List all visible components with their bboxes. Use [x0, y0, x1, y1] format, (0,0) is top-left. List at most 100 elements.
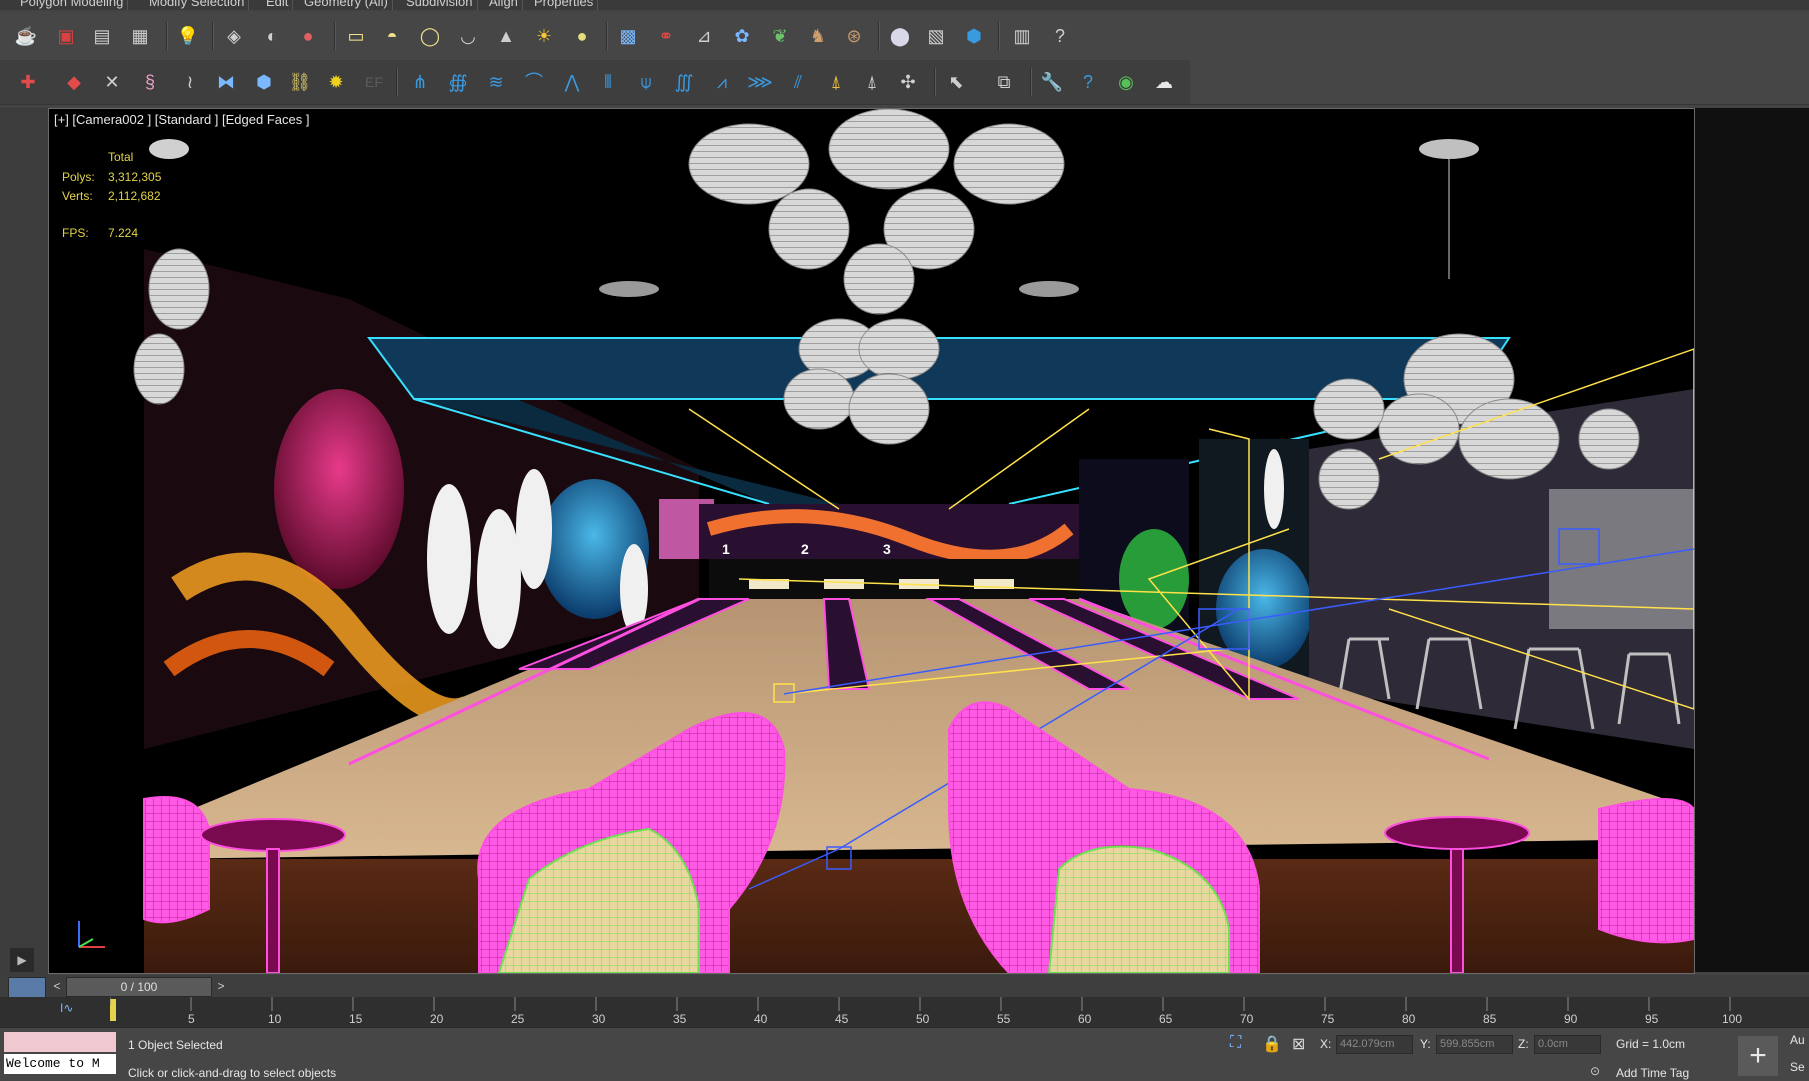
- tab-polygon-modeling[interactable]: Polygon Modeling: [16, 0, 129, 10]
- sphere-icon[interactable]: ◯: [418, 24, 442, 48]
- camera-viewport[interactable]: 1 2 3: [48, 108, 1695, 974]
- tab-properties[interactable]: Properties: [530, 0, 599, 10]
- command-toolbar: ✚ ◆ ✕ § ≀ ⧓ ⬢ ⛓ ✹ EF ⋔ ∰ ≋ ⌒ ⋀ ⦀ ⍦ ∭ ⩘ ⋙…: [0, 60, 1809, 105]
- material-map-icon[interactable]: ▧: [924, 24, 948, 48]
- bowl-icon[interactable]: ◡: [456, 24, 480, 48]
- path-icon[interactable]: ≀: [178, 70, 202, 94]
- stats-total-label: Total: [108, 150, 134, 164]
- ripple-icon[interactable]: ∭: [672, 70, 696, 94]
- y-label: Y:: [1420, 1037, 1431, 1051]
- main-toolbar: ☕ ▣ ▤ ▦ 💡 ◈ ◐ ● ▭ ◓ ◯ ◡ ▲ ☀ ● ▩ ⚭ ⊿ ✿ ❦ …: [0, 12, 1809, 61]
- time-slider-thumb[interactable]: 0 / 100: [66, 977, 212, 997]
- grass-icon[interactable]: ⋔: [408, 70, 432, 94]
- mesh-icon[interactable]: ▩: [616, 24, 640, 48]
- select-diamond-icon[interactable]: ◆: [62, 70, 86, 94]
- plant-icon[interactable]: ❦: [768, 24, 792, 48]
- light-lister-icon[interactable]: 💡: [176, 24, 200, 48]
- cone-icon[interactable]: ▲: [494, 24, 518, 48]
- viewport-label[interactable]: [+] [Camera002 ] [Standard ] [Edged Face…: [54, 112, 309, 127]
- tall-wave-icon[interactable]: ⫽: [786, 70, 810, 94]
- help-icon[interactable]: ?: [1048, 24, 1072, 48]
- flame-icon[interactable]: ∰: [446, 70, 470, 94]
- cloud-icon[interactable]: ☁: [1152, 70, 1176, 94]
- compass-icon[interactable]: ⊿: [692, 24, 716, 48]
- molecule-icon[interactable]: ⚭: [654, 24, 678, 48]
- lamp-icon[interactable]: ⍋: [824, 70, 848, 94]
- lock-icon[interactable]: 🔒: [1262, 1034, 1282, 1054]
- teapot-icon[interactable]: ☕: [14, 24, 38, 48]
- tick-label: 70: [1240, 1012, 1254, 1026]
- polys-label: Polys:: [62, 170, 95, 184]
- wrench-icon[interactable]: 🔧: [1040, 70, 1064, 94]
- tick-label: 5: [188, 1012, 195, 1026]
- set-key-icon[interactable]: +: [1738, 1036, 1778, 1076]
- gear-icon[interactable]: ✿: [730, 24, 754, 48]
- sun-icon[interactable]: ☀: [532, 24, 556, 48]
- tab-subdivision[interactable]: Subdivision: [402, 0, 478, 10]
- tick-label: 60: [1078, 1012, 1092, 1026]
- texture-ball-icon[interactable]: ⊛: [842, 24, 866, 48]
- material-editor-icon[interactable]: ▤: [90, 24, 114, 48]
- auto-key-button[interactable]: Au: [1790, 1033, 1805, 1047]
- prev-frame-icon[interactable]: <: [48, 977, 66, 995]
- tube-icon[interactable]: ⦀: [596, 70, 620, 94]
- figure-icon[interactable]: ⍋: [860, 70, 884, 94]
- next-frame-icon[interactable]: >: [212, 977, 230, 995]
- spline-icon[interactable]: §: [138, 70, 162, 94]
- cube-icon[interactable]: ⬢: [252, 70, 276, 94]
- tab-align[interactable]: Align: [485, 0, 523, 10]
- text-ef-icon[interactable]: EF: [362, 70, 386, 94]
- tick-label: 35: [673, 1012, 687, 1026]
- add-modifier-icon[interactable]: ✚: [16, 70, 40, 94]
- dome-icon[interactable]: ◓: [380, 24, 404, 48]
- layer-icon[interactable]: ▥: [1010, 24, 1034, 48]
- tab-edit[interactable]: Edit: [262, 0, 294, 10]
- y-coordinate-field[interactable]: 599.855cm: [1436, 1035, 1513, 1054]
- tools-icon[interactable]: ✕: [100, 70, 124, 94]
- toolbar-row2: ✚ ◆ ✕ § ≀ ⧓ ⬢ ⛓ ✹ EF ⋔ ∰ ≋ ⌒ ⋀ ⦀ ⍦ ∭ ⩘ ⋙…: [0, 60, 1190, 104]
- viewport-camera-icon[interactable]: ●: [296, 24, 320, 48]
- tab-geometry-all[interactable]: Geometry (All): [300, 0, 393, 10]
- fan-icon[interactable]: ⋙: [747, 70, 773, 94]
- disc-icon[interactable]: ●: [570, 24, 594, 48]
- add-time-tag[interactable]: Add Time Tag: [1616, 1066, 1689, 1080]
- tick-label: 55: [997, 1012, 1011, 1026]
- sun-gear-icon[interactable]: ✹: [324, 70, 348, 94]
- hair-fur-icon[interactable]: ♞: [806, 24, 830, 48]
- spin-icon[interactable]: ✣: [896, 70, 920, 94]
- isolate-selection-icon[interactable]: ⛶: [1230, 1034, 1241, 1052]
- render-frame-icon[interactable]: ▣: [54, 24, 78, 48]
- time-tag-icon[interactable]: ⊙: [1590, 1064, 1600, 1078]
- track-tick-labels: 5 10 15 20 25 30 35 40 45 50 55 60 65 70…: [0, 1012, 1809, 1027]
- absolute-mode-icon[interactable]: ⊠: [1292, 1034, 1305, 1054]
- ribbon-tab-bar: Polygon Modeling Modify Selection Edit G…: [0, 0, 1809, 10]
- z-coordinate-field[interactable]: 0.0cm: [1534, 1035, 1601, 1054]
- toolbar-separator: [606, 22, 608, 50]
- pointer-icon[interactable]: ⬉: [944, 70, 968, 94]
- sphere-lighting-icon[interactable]: ◐: [260, 24, 284, 48]
- camera-icon[interactable]: ◈: [222, 24, 246, 48]
- expand-panel-icon[interactable]: ▶: [10, 948, 34, 972]
- help-circle-icon[interactable]: ?: [1076, 70, 1100, 94]
- chain-icon[interactable]: ⛓: [288, 70, 312, 94]
- tab-modify-selection[interactable]: Modify Selection: [145, 0, 250, 10]
- copy-icon[interactable]: ⧉: [992, 70, 1016, 94]
- axis-icon[interactable]: ⋀: [560, 70, 584, 94]
- render-setup-icon[interactable]: ▦: [128, 24, 152, 48]
- globe-icon[interactable]: ◉: [1114, 70, 1138, 94]
- plane-icon[interactable]: ▭: [344, 24, 368, 48]
- shaded-sphere-icon[interactable]: ⬤: [888, 24, 912, 48]
- maxscript-mini-listener-top[interactable]: [4, 1032, 116, 1052]
- set-key-button[interactable]: Se: [1790, 1060, 1805, 1074]
- maxscript-mini-listener[interactable]: Welcome to M: [4, 1054, 116, 1074]
- fur-icon[interactable]: ⩘: [710, 70, 734, 94]
- mirror-icon[interactable]: ⧓: [214, 70, 238, 94]
- bend-icon[interactable]: ⌒: [522, 70, 546, 94]
- x-coordinate-field[interactable]: 442.079cm: [1336, 1035, 1413, 1054]
- fps-value: 7.224: [108, 226, 139, 240]
- pin-icon[interactable]: ⍦: [634, 70, 658, 94]
- wave-icon[interactable]: ≋: [484, 70, 508, 94]
- toolbar-separator: [334, 22, 336, 50]
- rotate-select-icon[interactable]: ⬢: [962, 24, 986, 48]
- track-bar[interactable]: I∿ 5 10 15 20 25 30 35 40 45 50 55 60 65…: [0, 997, 1809, 1027]
